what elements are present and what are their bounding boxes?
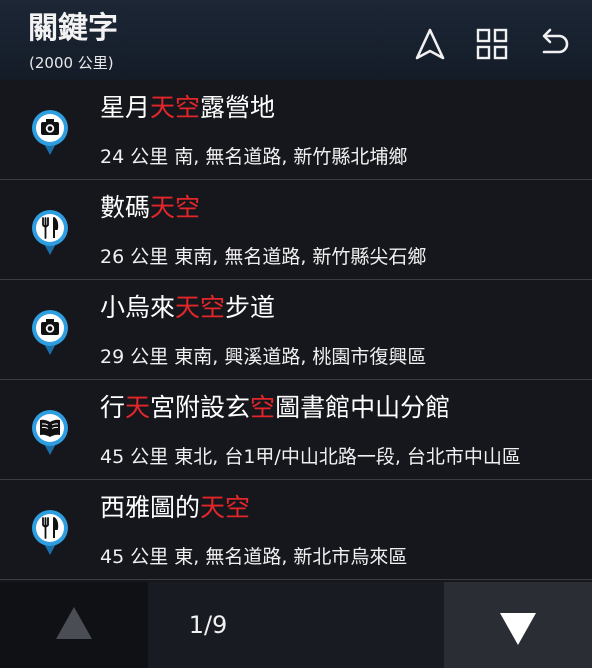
result-name: 小烏來天空步道 bbox=[100, 293, 276, 322]
back-button[interactable] bbox=[536, 26, 572, 62]
result-name: 行天宮附設玄空圖書館中山分館 bbox=[100, 393, 451, 422]
list-item[interactable]: 星月天空露營地 24 公里 南, 無名道路, 新竹縣北埔鄉 bbox=[0, 80, 592, 180]
list-item[interactable]: 西雅圖的天空 45 公里 東, 無名道路, 新北市烏來區 bbox=[0, 480, 592, 580]
grid-icon bbox=[476, 28, 508, 60]
back-icon bbox=[542, 28, 569, 54]
camera-pin-icon bbox=[30, 308, 70, 356]
result-detail: 45 公里 東北, 台1甲/中山北路一段, 台北市中山區 bbox=[100, 446, 521, 468]
page-title: 關鍵字 bbox=[28, 11, 118, 46]
divider bbox=[0, 579, 592, 580]
result-name: 數碼天空 bbox=[100, 193, 201, 222]
result-detail: 45 公里 東, 無名道路, 新北市烏來區 bbox=[100, 546, 408, 568]
book-pin-icon bbox=[30, 408, 70, 456]
result-list: 星月天空露營地 24 公里 南, 無名道路, 新竹縣北埔鄉 數碼天空 26 公里… bbox=[0, 80, 592, 582]
pagination-bar: 1/9 bbox=[0, 582, 592, 668]
header: 關鍵字 (2000 公里) bbox=[0, 0, 592, 80]
result-name: 西雅圖的天空 bbox=[100, 493, 251, 522]
search-radius: (2000 公里) bbox=[29, 54, 114, 72]
page-down-button[interactable] bbox=[444, 582, 592, 668]
camera-pin-icon bbox=[30, 108, 70, 156]
page-indicator: 1/9 bbox=[188, 611, 228, 639]
restaurant-pin-icon bbox=[30, 508, 70, 556]
result-name: 星月天空露營地 bbox=[100, 93, 276, 122]
list-item[interactable]: 行天宮附設玄空圖書館中山分館 45 公里 東北, 台1甲/中山北路一段, 台北市… bbox=[0, 380, 592, 480]
list-item[interactable]: 小烏來天空步道 29 公里 東南, 興溪道路, 桃園市復興區 bbox=[0, 280, 592, 380]
grid-view-button[interactable] bbox=[474, 26, 510, 62]
down-triangle-icon bbox=[500, 613, 536, 645]
result-detail: 24 公里 南, 無名道路, 新竹縣北埔鄉 bbox=[100, 146, 408, 168]
result-detail: 29 公里 東南, 興溪道路, 桃園市復興區 bbox=[100, 346, 427, 368]
list-item[interactable]: 數碼天空 26 公里 東南, 無名道路, 新竹縣尖石鄉 bbox=[0, 180, 592, 280]
up-triangle-icon bbox=[56, 607, 92, 639]
result-detail: 26 公里 東南, 無名道路, 新竹縣尖石鄉 bbox=[100, 246, 427, 268]
page-up-button[interactable] bbox=[0, 582, 148, 668]
navigate-button[interactable] bbox=[412, 26, 448, 62]
navigate-arrow-icon bbox=[415, 28, 445, 60]
restaurant-pin-icon bbox=[30, 208, 70, 256]
